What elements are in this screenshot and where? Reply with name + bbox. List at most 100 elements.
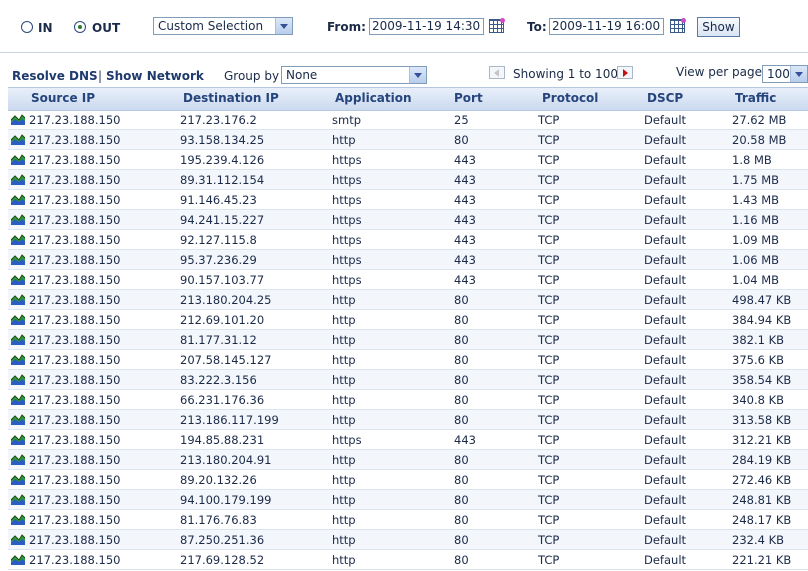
table-row[interactable]: 217.23.188.150 213.180.204.25 http 80 TCP Def… <box>8 290 808 310</box>
column-header-source-ip[interactable]: Source IP <box>31 91 95 105</box>
direction-in-label: IN <box>38 21 53 35</box>
table-row[interactable]: 217.23.188.150 94.100.179.199 http 80 TCP Def… <box>8 490 808 510</box>
area-graph-icon[interactable] <box>10 474 26 485</box>
area-graph-icon[interactable] <box>10 294 26 305</box>
to-datetime-field[interactable]: 2009-11-19 16:00 <box>549 18 664 35</box>
column-header-protocol[interactable]: Protocol <box>542 91 598 105</box>
group-by-select[interactable]: None <box>281 66 427 84</box>
resolve-dns-link[interactable]: Resolve DNS <box>12 69 98 83</box>
cell-dscp: Default <box>644 293 687 307</box>
area-graph-icon[interactable] <box>10 314 26 325</box>
next-page-icon[interactable] <box>617 66 633 79</box>
column-header-application[interactable]: Application <box>335 91 412 105</box>
table-row[interactable]: 217.23.188.150 93.158.134.25 http 80 TCP Defa… <box>8 130 808 150</box>
cell-traffic: 382.1 KB <box>732 333 785 347</box>
area-graph-icon[interactable] <box>10 234 26 245</box>
column-header-destination-ip[interactable]: Destination IP <box>183 91 279 105</box>
table-row[interactable]: 217.23.188.150 195.239.4.126 https 443 TCP De… <box>8 150 808 170</box>
area-graph-icon[interactable] <box>10 414 26 425</box>
view-per-page-value: 100 <box>767 67 790 81</box>
area-graph-icon[interactable] <box>10 394 26 405</box>
show-button[interactable]: Show <box>697 17 740 37</box>
cell-dscp: Default <box>644 393 687 407</box>
cell-destination-ip: 217.23.176.2 <box>180 113 257 127</box>
cell-protocol: TCP <box>538 413 560 427</box>
cell-protocol: TCP <box>538 113 560 127</box>
table-row[interactable]: 217.23.188.150 92.127.115.8 https 443 TCP Def… <box>8 230 808 250</box>
cell-port: 80 <box>454 333 469 347</box>
area-graph-icon[interactable] <box>10 534 26 545</box>
column-header-port[interactable]: Port <box>454 91 483 105</box>
table-row[interactable]: 217.23.188.150 212.69.101.20 http 80 TCP Defa… <box>8 310 808 330</box>
table-row[interactable]: 217.23.188.150 207.58.145.127 http 80 TCP Def… <box>8 350 808 370</box>
cell-source-ip: 217.23.188.150 <box>29 233 121 247</box>
area-graph-icon[interactable] <box>10 134 26 145</box>
area-graph-icon[interactable] <box>10 494 26 505</box>
direction-in-radio[interactable] <box>21 21 33 33</box>
cell-source-ip: 217.23.188.150 <box>29 373 121 387</box>
calendar-icon[interactable] <box>670 18 686 33</box>
cell-port: 443 <box>454 233 476 247</box>
table-row[interactable]: 217.23.188.150 81.177.31.12 http 80 TCP Defau… <box>8 330 808 350</box>
cell-application: https <box>332 173 362 187</box>
chevron-down-icon <box>409 67 426 83</box>
area-graph-icon[interactable] <box>10 274 26 285</box>
view-per-page-select[interactable]: 100 <box>762 65 808 83</box>
cell-protocol: TCP <box>538 313 560 327</box>
table-row[interactable]: 217.23.188.150 89.31.112.154 https 443 TCP De… <box>8 170 808 190</box>
table-row[interactable]: 217.23.188.150 95.37.236.29 https 443 TCP Def… <box>8 250 808 270</box>
table-row[interactable]: 217.23.188.150 66.231.176.36 http 80 TCP Defa… <box>8 390 808 410</box>
area-graph-icon[interactable] <box>10 194 26 205</box>
area-graph-icon[interactable] <box>10 354 26 365</box>
table-row[interactable]: 217.23.188.150 81.176.76.83 http 80 TCP Defau… <box>8 510 808 530</box>
table-row[interactable]: 217.23.188.150 213.186.117.199 http 80 TCP De… <box>8 410 808 430</box>
cell-port: 443 <box>454 433 476 447</box>
area-graph-icon[interactable] <box>10 114 26 125</box>
direction-out-radio[interactable] <box>74 21 86 33</box>
cell-port: 80 <box>454 393 469 407</box>
cell-traffic: 1.75 MB <box>732 173 780 187</box>
group-by-value: None <box>286 68 318 82</box>
cell-dscp: Default <box>644 313 687 327</box>
column-header-traffic[interactable]: Traffic <box>735 91 776 105</box>
show-network-link[interactable]: Show Network <box>106 69 204 83</box>
cell-protocol: TCP <box>538 493 560 507</box>
table-row[interactable]: 217.23.188.150 194.85.88.231 https 443 TCP De… <box>8 430 808 450</box>
table-row[interactable]: 217.23.188.150 90.157.103.77 https 443 TCP De… <box>8 270 808 290</box>
cell-port: 25 <box>454 113 469 127</box>
area-graph-icon[interactable] <box>10 214 26 225</box>
table-row[interactable]: 217.23.188.150 94.241.15.227 https 443 TCP De… <box>8 210 808 230</box>
cell-destination-ip: 213.180.204.25 <box>180 293 272 307</box>
area-graph-icon[interactable] <box>10 174 26 185</box>
cell-source-ip: 217.23.188.150 <box>29 113 121 127</box>
area-graph-icon[interactable] <box>10 154 26 165</box>
area-graph-icon[interactable] <box>10 454 26 465</box>
area-graph-icon[interactable] <box>10 434 26 445</box>
cell-source-ip: 217.23.188.150 <box>29 253 121 267</box>
table-row[interactable]: 217.23.188.150 217.69.128.52 http 80 TCP Defa… <box>8 550 808 570</box>
area-graph-icon[interactable] <box>10 514 26 525</box>
table-row[interactable]: 217.23.188.150 87.250.251.36 http 80 TCP Defa… <box>8 530 808 550</box>
area-graph-icon[interactable] <box>10 334 26 345</box>
table-row[interactable]: 217.23.188.150 213.180.204.91 http 80 TCP Def… <box>8 450 808 470</box>
column-header-dscp[interactable]: DSCP <box>647 91 683 105</box>
prev-page-icon[interactable] <box>489 66 505 79</box>
table-row[interactable]: 217.23.188.150 217.23.176.2 smtp 25 TCP Defau… <box>8 110 808 130</box>
area-graph-icon[interactable] <box>10 254 26 265</box>
time-range-select[interactable]: Custom Selection <box>153 17 293 35</box>
cell-port: 443 <box>454 173 476 187</box>
cell-traffic: 1.43 MB <box>732 193 780 207</box>
cell-dscp: Default <box>644 453 687 467</box>
table-row[interactable]: 217.23.188.150 91.146.45.23 https 443 TCP Def… <box>8 190 808 210</box>
area-graph-icon[interactable] <box>10 374 26 385</box>
cell-application: http <box>332 473 356 487</box>
cell-traffic: 1.06 MB <box>732 253 780 267</box>
calendar-icon[interactable] <box>489 18 505 33</box>
from-datetime-field[interactable]: 2009-11-19 14:30 <box>369 18 484 35</box>
cell-traffic: 1.09 MB <box>732 233 780 247</box>
area-graph-icon[interactable] <box>10 554 26 565</box>
table-row[interactable]: 217.23.188.150 89.20.132.26 http 80 TCP Defau… <box>8 470 808 490</box>
cell-destination-ip: 93.158.134.25 <box>180 133 265 147</box>
table-row[interactable]: 217.23.188.150 83.222.3.156 http 80 TCP Defau… <box>8 370 808 390</box>
cell-application: http <box>332 353 356 367</box>
